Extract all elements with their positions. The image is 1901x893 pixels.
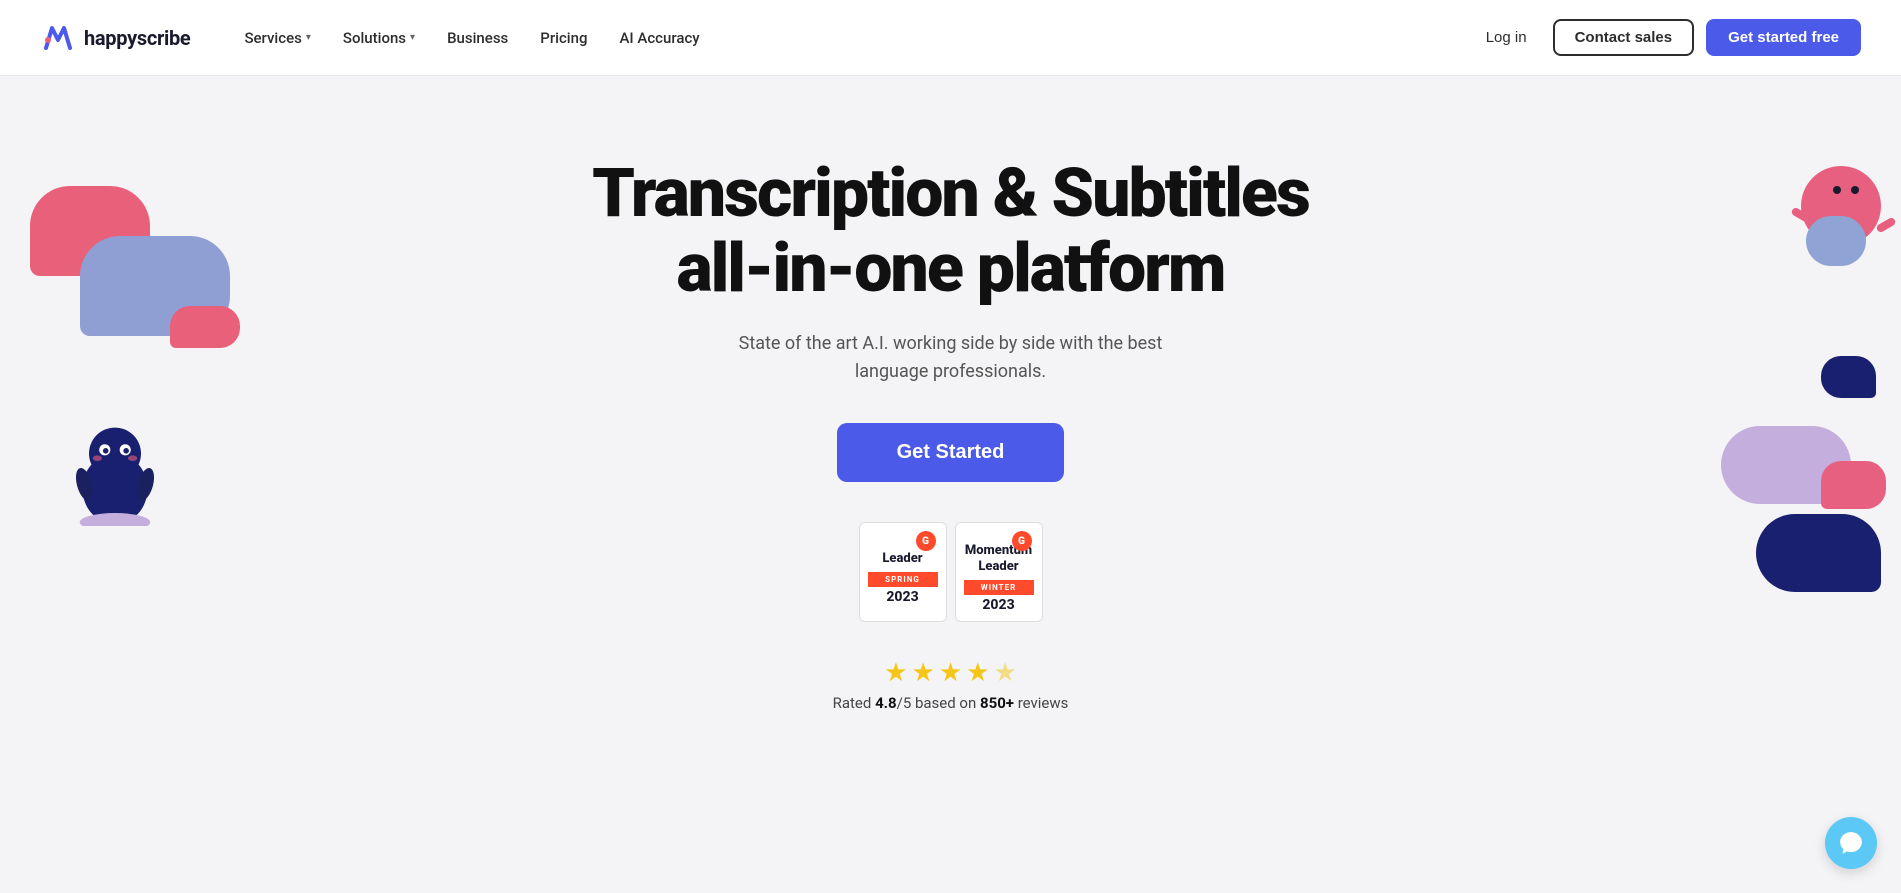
deco-left bbox=[0, 156, 260, 636]
get-started-nav-button[interactable]: Get started free bbox=[1706, 19, 1861, 56]
nav-right: Log in Contact sales Get started free bbox=[1472, 19, 1861, 56]
star-3: ★ bbox=[939, 658, 962, 688]
chat-button[interactable] bbox=[1825, 817, 1877, 869]
hero-cta-button[interactable]: Get Started bbox=[837, 423, 1065, 482]
g2-leader-badge: G Leader SPRING 2023 bbox=[859, 522, 947, 622]
hero-subtitle: State of the art A.I. working side by si… bbox=[711, 330, 1191, 388]
rating-text: Rated 4.8/5 based on 850+ reviews bbox=[833, 694, 1069, 712]
g2-icon-1: G bbox=[916, 531, 936, 551]
badge-leader-year: 2023 bbox=[886, 589, 918, 605]
deco-right bbox=[1641, 156, 1901, 636]
nav-pricing[interactable]: Pricing bbox=[526, 21, 601, 55]
badge-leader-season: SPRING bbox=[868, 572, 938, 587]
g2-icon-2: G bbox=[1012, 531, 1032, 551]
chat-icon bbox=[1838, 830, 1864, 856]
reviews-count: 850+ bbox=[980, 694, 1014, 712]
services-chevron-icon: ▾ bbox=[306, 32, 311, 43]
star-4: ★ bbox=[966, 658, 989, 688]
star-1: ★ bbox=[884, 658, 907, 688]
hero-title: Transcription & Subtitles all-in-one pla… bbox=[561, 156, 1341, 306]
g2-momentum-badge: G Momentum Leader WINTER 2023 bbox=[955, 522, 1043, 622]
nav-solutions[interactable]: Solutions ▾ bbox=[329, 21, 429, 55]
star-2: ★ bbox=[912, 658, 935, 688]
logo-text: happyscribe bbox=[84, 26, 190, 50]
rating-section: ★ ★ ★ ★ ★ Rated 4.8/5 based on 850+ revi… bbox=[561, 658, 1341, 712]
bird-character bbox=[60, 396, 170, 526]
badge-leader-title: Leader bbox=[882, 551, 922, 567]
nav-services[interactable]: Services ▾ bbox=[230, 21, 324, 55]
star-rating: ★ ★ ★ ★ ★ bbox=[884, 658, 1017, 688]
nav-links: Services ▾ Solutions ▾ Business Pricing … bbox=[230, 21, 1471, 55]
hero-content: Transcription & Subtitles all-in-one pla… bbox=[561, 156, 1341, 712]
contact-sales-button[interactable]: Contact sales bbox=[1553, 19, 1695, 56]
navbar: happyscribe Services ▾ Solutions ▾ Busin… bbox=[0, 0, 1901, 76]
logo-icon bbox=[40, 20, 76, 56]
rating-value: 4.8 bbox=[875, 694, 897, 712]
logo-link[interactable]: happyscribe bbox=[40, 20, 190, 56]
g2-badges: G Leader SPRING 2023 G Momentum Leader W… bbox=[561, 522, 1341, 622]
login-button[interactable]: Log in bbox=[1472, 21, 1541, 54]
solutions-chevron-icon: ▾ bbox=[410, 32, 415, 43]
nav-ai-accuracy[interactable]: AI Accuracy bbox=[605, 21, 713, 55]
star-5: ★ bbox=[993, 658, 1016, 688]
nav-business[interactable]: Business bbox=[433, 21, 522, 55]
hero-section: Transcription & Subtitles all-in-one pla… bbox=[0, 76, 1901, 893]
badge-momentum-season: WINTER bbox=[964, 580, 1034, 595]
bubble-pink-small bbox=[170, 306, 240, 348]
badge-momentum-year: 2023 bbox=[982, 597, 1014, 613]
